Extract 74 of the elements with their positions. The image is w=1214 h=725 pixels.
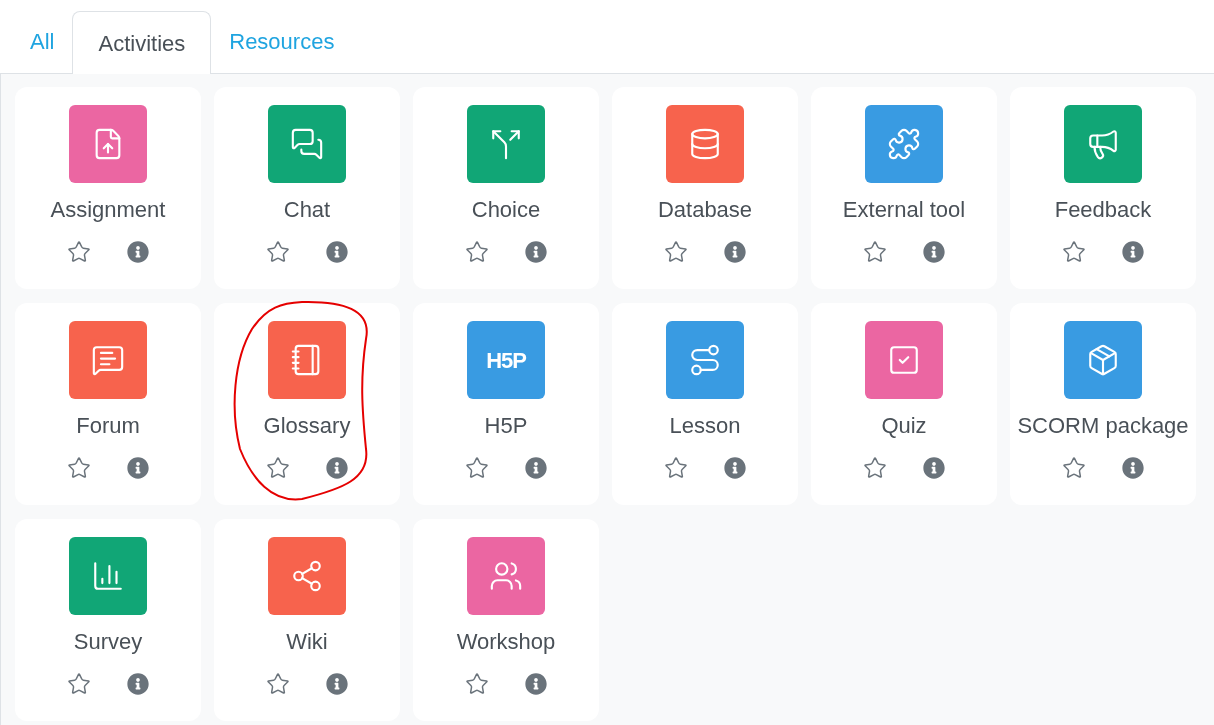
star-icon[interactable] [465, 240, 489, 264]
route-icon [688, 343, 722, 377]
module-card[interactable]: Lesson [612, 303, 798, 505]
star-icon[interactable] [67, 240, 91, 264]
database-icon [688, 127, 722, 161]
module-card[interactable]: Survey [15, 519, 201, 721]
module-card[interactable]: Quiz [811, 303, 997, 505]
module-name: SCORM package [1017, 412, 1189, 440]
chat-bubbles-icon [290, 127, 324, 161]
star-icon[interactable] [266, 456, 290, 480]
info-icon[interactable] [724, 241, 746, 263]
star-icon[interactable] [863, 240, 887, 264]
star-icon[interactable] [67, 672, 91, 696]
module-card[interactable]: Choice [413, 87, 599, 289]
module-card[interactable]: Wiki [214, 519, 400, 721]
info-icon[interactable] [127, 457, 149, 479]
tab[interactable]: Activities [72, 11, 212, 74]
info-icon[interactable] [127, 241, 149, 263]
module-name: H5P [484, 412, 528, 440]
star-icon[interactable] [1062, 456, 1086, 480]
star-icon[interactable] [67, 456, 91, 480]
module-card[interactable]: Workshop [413, 519, 599, 721]
megaphone-icon [1086, 127, 1120, 161]
info-icon[interactable] [923, 241, 945, 263]
star-icon[interactable] [465, 456, 489, 480]
info-icon[interactable] [525, 241, 547, 263]
star-icon[interactable] [664, 456, 688, 480]
star-icon[interactable] [664, 240, 688, 264]
module-name: Quiz [881, 412, 927, 440]
info-icon[interactable] [127, 673, 149, 695]
info-icon[interactable] [326, 241, 348, 263]
module-card[interactable]: H5P H5P [413, 303, 599, 505]
checkbox-icon [887, 343, 921, 377]
info-icon[interactable] [1122, 457, 1144, 479]
module-name: Choice [471, 196, 541, 224]
module-card[interactable]: Feedback [1010, 87, 1196, 289]
star-icon[interactable] [863, 456, 887, 480]
module-name: Wiki [286, 628, 328, 656]
module-name: Assignment [50, 196, 166, 224]
logo-text: H5P [486, 346, 526, 375]
info-icon[interactable] [525, 673, 547, 695]
info-icon[interactable] [326, 457, 348, 479]
module-card[interactable]: External tool [811, 87, 997, 289]
star-icon[interactable] [1062, 240, 1086, 264]
star-icon[interactable] [266, 240, 290, 264]
info-icon[interactable] [326, 673, 348, 695]
module-card[interactable]: Forum [15, 303, 201, 505]
network-icon [290, 559, 324, 593]
module-name: Lesson [669, 412, 741, 440]
module-name: Workshop [456, 628, 556, 656]
module-name: Forum [76, 412, 140, 440]
module-name: Survey [73, 628, 143, 656]
info-icon[interactable] [923, 457, 945, 479]
info-icon[interactable] [1122, 241, 1144, 263]
module-name: Glossary [263, 412, 351, 440]
module-name: Feedback [1054, 196, 1152, 224]
message-icon [91, 343, 125, 377]
module-name: Database [657, 196, 753, 224]
info-icon[interactable] [724, 457, 746, 479]
star-icon[interactable] [266, 672, 290, 696]
module-name: External tool [842, 196, 966, 224]
people-icon [489, 559, 523, 593]
module-card[interactable]: Chat [214, 87, 400, 289]
split-arrow-icon [489, 127, 523, 161]
module-card[interactable]: Database [612, 87, 798, 289]
module-card[interactable]: SCORM package [1010, 303, 1196, 505]
info-icon[interactable] [525, 457, 547, 479]
box-icon [1086, 343, 1120, 377]
star-icon[interactable] [465, 672, 489, 696]
puzzle-piece-icon [887, 127, 921, 161]
module-name: Chat [283, 196, 331, 224]
module-card[interactable]: Assignment [15, 87, 201, 289]
module-card[interactable]: Glossary [214, 303, 400, 505]
bar-chart-icon [91, 559, 125, 593]
